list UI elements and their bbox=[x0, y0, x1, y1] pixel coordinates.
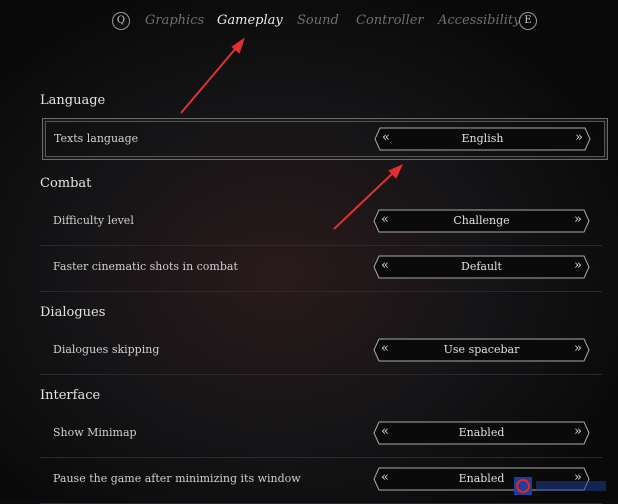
tab-controller[interactable]: Controller bbox=[356, 13, 424, 28]
option-selector[interactable]: « English » bbox=[374, 127, 591, 151]
setting-row[interactable]: Texts language « English » bbox=[42, 118, 608, 160]
setting-label: Pause the game after minimizing its wind… bbox=[53, 472, 301, 485]
setting-row[interactable]: Show Minimap « Enabled » bbox=[40, 411, 602, 458]
option-selector[interactable]: « Default » bbox=[373, 255, 590, 279]
tab-gameplay[interactable]: Gameplay bbox=[217, 13, 283, 28]
section-header: Dialogues bbox=[40, 305, 106, 320]
setting-label: Show Minimap bbox=[53, 426, 137, 439]
option-value: English bbox=[461, 132, 504, 145]
q-key-prev-tab[interactable]: Q bbox=[112, 12, 130, 30]
option-selector[interactable]: « Enabled » bbox=[373, 421, 590, 445]
chevron-right-icon[interactable]: » bbox=[575, 130, 583, 145]
option-value: Default bbox=[461, 260, 502, 273]
section-header: Language bbox=[40, 93, 106, 108]
option-selector[interactable]: « Use spacebar » bbox=[373, 338, 590, 362]
chevron-right-icon[interactable]: » bbox=[574, 258, 582, 273]
setting-label: Dialogues skipping bbox=[53, 343, 160, 356]
option-value: Challenge bbox=[453, 214, 510, 227]
e-key-next-tab[interactable]: E bbox=[519, 12, 537, 30]
section-header: Interface bbox=[40, 388, 101, 403]
tab-sound[interactable]: Sound bbox=[297, 13, 339, 28]
setting-label: Texts language bbox=[54, 132, 139, 145]
watermark-logo bbox=[514, 477, 606, 495]
tab-graphics[interactable]: Graphics bbox=[145, 13, 204, 28]
chevron-right-icon[interactable]: » bbox=[574, 424, 582, 439]
setting-row[interactable]: Faster cinematic shots in combat « Defau… bbox=[40, 245, 602, 292]
chevron-right-icon[interactable]: » bbox=[574, 212, 582, 227]
tab-accessibility[interactable]: Accessibility bbox=[438, 13, 521, 28]
option-value: Enabled bbox=[458, 426, 505, 439]
chevron-right-icon[interactable]: » bbox=[574, 341, 582, 356]
option-value: Use spacebar bbox=[443, 343, 520, 356]
setting-row[interactable]: Difficulty level « Challenge » bbox=[40, 199, 602, 246]
option-selector[interactable]: « Challenge » bbox=[373, 209, 590, 233]
settings-tabs: Q Graphics Gameplay Sound Controller Acc… bbox=[0, 8, 618, 34]
setting-label: Difficulty level bbox=[53, 214, 134, 227]
section-header: Combat bbox=[40, 176, 92, 191]
setting-row[interactable]: Dialogues skipping « Use spacebar » bbox=[40, 328, 602, 375]
setting-label: Faster cinematic shots in combat bbox=[53, 260, 238, 273]
